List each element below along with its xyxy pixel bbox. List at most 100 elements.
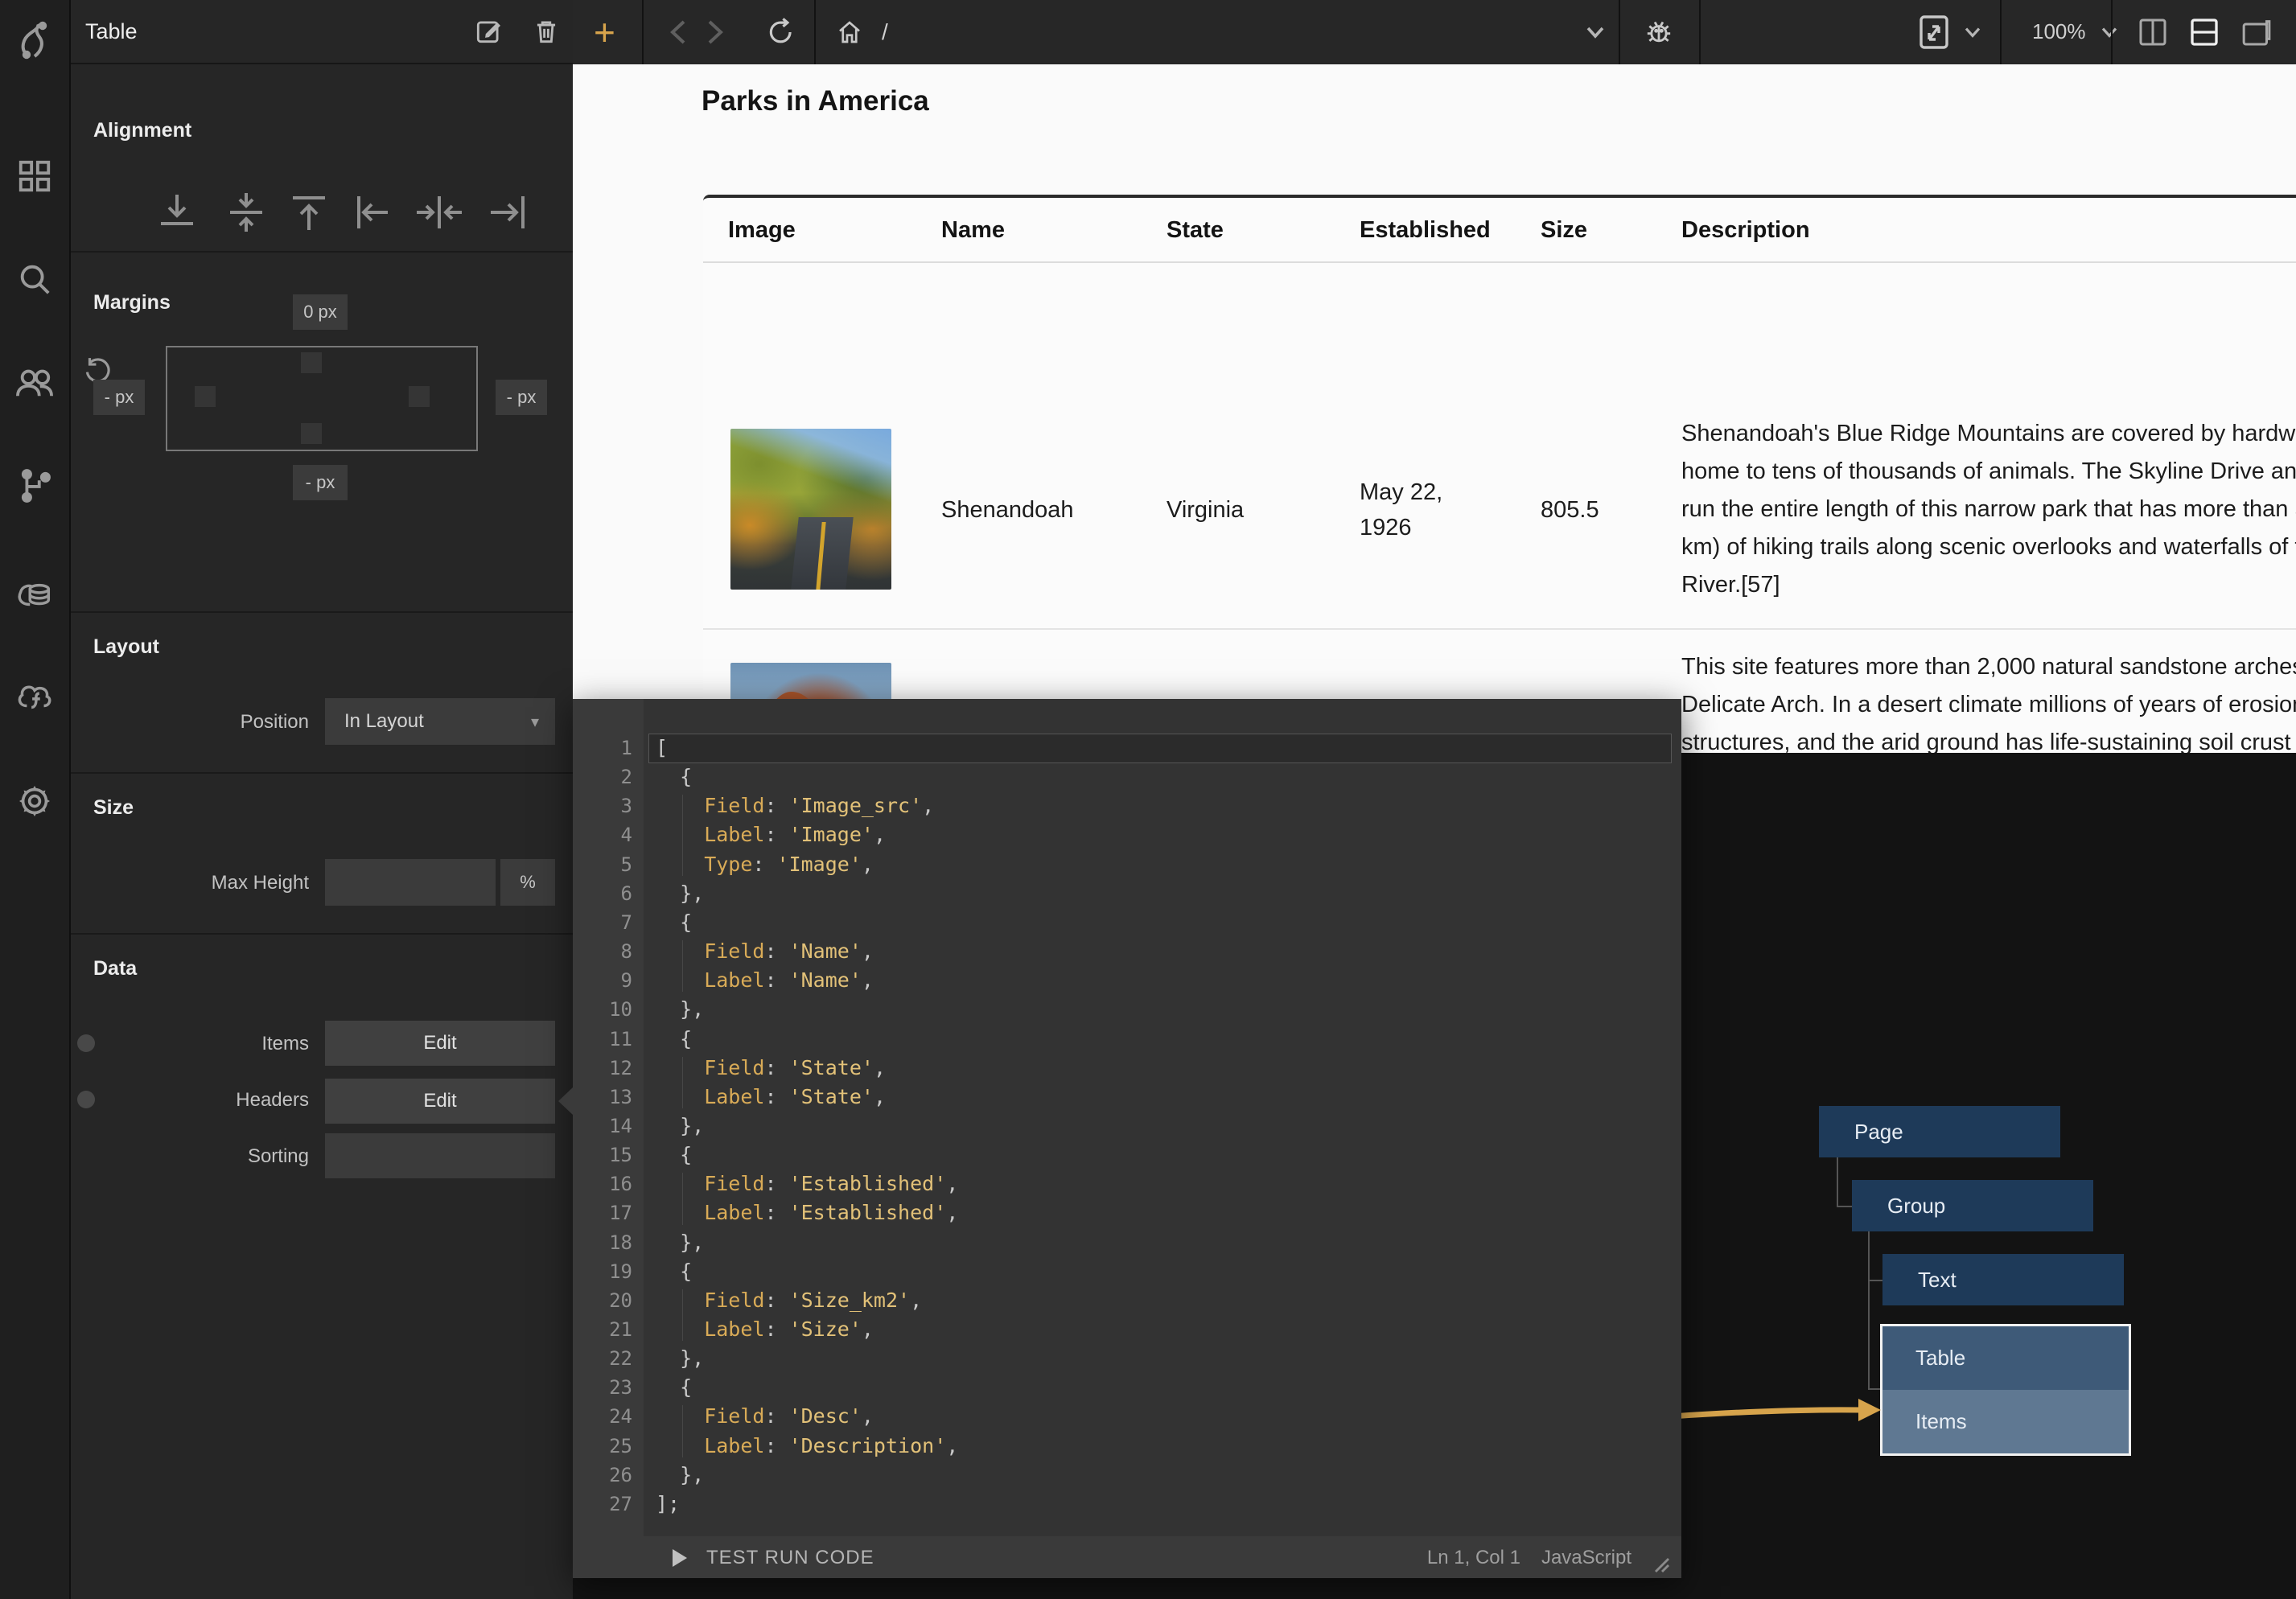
code-line: }, [656, 995, 704, 1024]
code-line: Label: 'Image', [656, 820, 886, 849]
node-connector [1868, 1231, 1870, 1390]
forward-icon[interactable] [705, 18, 726, 46]
indent-guide [682, 1405, 683, 1457]
home-icon[interactable] [835, 18, 864, 47]
add-button[interactable]: + [594, 10, 615, 54]
code-line: }, [656, 879, 704, 908]
toolbar-divider [2111, 0, 2113, 64]
node-connector [1868, 1280, 1882, 1281]
cloud-functions-icon[interactable] [14, 679, 55, 714]
max-height-label: Max Height [164, 872, 309, 894]
code-line: }, [656, 1344, 704, 1373]
position-value: In Layout [344, 710, 424, 733]
margin-left-input[interactable]: - px [93, 380, 145, 415]
search-icon[interactable] [16, 261, 53, 298]
headers-edit-button[interactable]: Edit [325, 1079, 555, 1124]
toolbar-divider [642, 0, 644, 64]
zoom-level[interactable]: 100% [2032, 19, 2086, 44]
cursor-position: Ln 1, Col 1 [1427, 1547, 1520, 1569]
line-number: 17 [584, 1198, 632, 1227]
code-line: { [656, 1025, 692, 1054]
run-play-icon[interactable] [671, 1548, 689, 1568]
page-title: Parks in America [702, 85, 929, 117]
collaboration-users-icon[interactable] [14, 364, 55, 401]
description-line: Delicate Arch. In a desert climate milli… [1681, 686, 2296, 724]
node-page[interactable]: Page [1819, 1106, 2060, 1157]
settings-gear-icon[interactable] [15, 782, 54, 820]
line-number-gutter: 1234567891011121314151617181920212223242… [573, 699, 644, 1536]
components-grid-icon[interactable] [16, 158, 53, 195]
indent-guide [682, 1173, 683, 1224]
position-select[interactable]: In Layout ▾ [325, 698, 555, 745]
margin-bottom-input[interactable]: - px [293, 465, 348, 500]
cell-size: 805.5 [1541, 492, 1599, 528]
line-number: 26 [584, 1461, 632, 1490]
margin-left-handle[interactable] [195, 386, 216, 407]
back-icon[interactable] [668, 18, 689, 46]
url-path[interactable]: / [882, 19, 888, 45]
line-number: 1 [584, 734, 632, 763]
chevron-down-icon[interactable] [1585, 25, 1606, 39]
margin-bottom-handle[interactable] [301, 423, 322, 444]
headers-port-dot[interactable] [77, 1091, 95, 1108]
items-edit-button[interactable]: Edit [325, 1021, 555, 1066]
margin-right-input[interactable]: - px [496, 380, 547, 415]
node-table-row[interactable]: Table [1882, 1326, 2129, 1390]
sorting-input[interactable] [325, 1133, 555, 1178]
max-height-input[interactable] [325, 859, 496, 906]
delete-trash-icon[interactable] [531, 16, 562, 47]
line-number: 27 [584, 1490, 632, 1519]
cloud-database-icon[interactable] [14, 576, 55, 611]
table-header-divider [703, 261, 2296, 263]
code-line: Field: 'Name', [656, 937, 874, 966]
margin-top-input[interactable]: 0 px [293, 294, 348, 330]
split-columns-icon[interactable] [2137, 16, 2169, 48]
sorting-label: Sorting [164, 1145, 309, 1168]
line-number: 24 [584, 1402, 632, 1431]
line-number: 14 [584, 1112, 632, 1141]
line-number: 3 [584, 791, 632, 820]
popup-caret [558, 1087, 573, 1115]
align-horizontal-center-icon [417, 196, 462, 228]
code-line: { [656, 908, 692, 937]
test-run-code-button[interactable]: TEST RUN CODE [706, 1547, 874, 1569]
left-icon-rail [0, 0, 71, 1599]
line-number: 15 [584, 1141, 632, 1169]
chevron-down-icon[interactable] [1963, 26, 1982, 39]
properties-panel: Table Alignment [71, 0, 573, 1599]
code-line: Field: 'State', [656, 1054, 886, 1083]
column-header: Size [1541, 217, 1587, 244]
items-port-dot[interactable] [77, 1034, 95, 1052]
node-text[interactable]: Text [1882, 1254, 2124, 1305]
line-number: 12 [584, 1054, 632, 1083]
code-line: Label: 'Name', [656, 966, 874, 995]
size-section-label: Size [93, 796, 134, 820]
code-editor-popup: 1234567891011121314151617181920212223242… [573, 699, 1681, 1578]
table-row: ShenandoahVirginiaMay 22, 1926805.5Shena… [703, 392, 2296, 628]
version-control-branch-icon[interactable] [16, 467, 53, 504]
language-label[interactable]: JavaScript [1541, 1547, 1631, 1569]
debug-bug-icon[interactable] [1643, 16, 1675, 48]
node-group[interactable]: Group [1852, 1180, 2093, 1231]
line-number: 13 [584, 1083, 632, 1112]
code-line: [ [656, 734, 668, 763]
app-window: Table Alignment [0, 0, 2296, 1599]
chevron-down-icon[interactable] [2100, 26, 2119, 39]
line-number: 11 [584, 1025, 632, 1054]
refresh-icon[interactable] [766, 17, 796, 47]
node-items-row[interactable]: Items [1882, 1390, 2129, 1453]
split-rows-icon[interactable] [2188, 16, 2220, 48]
line-number: 7 [584, 908, 632, 937]
margin-right-handle[interactable] [409, 386, 430, 407]
node-label: Group [1887, 1194, 1945, 1219]
node-table-selected[interactable]: Table Items [1880, 1324, 2131, 1456]
resize-handle[interactable] [1652, 1556, 1670, 1573]
stacked-windows-icon[interactable] [2240, 16, 2273, 48]
edit-pencil-icon[interactable] [473, 16, 504, 47]
code-line: ]; [656, 1490, 680, 1519]
max-height-unit-button[interactable]: % [500, 859, 555, 906]
align-bottom-icon [161, 195, 193, 224]
viewport-size-icon[interactable] [1918, 14, 1950, 51]
preview-canvas: Parks in America ImageNameStateEstablish… [573, 64, 2296, 753]
margin-top-handle[interactable] [301, 352, 322, 373]
